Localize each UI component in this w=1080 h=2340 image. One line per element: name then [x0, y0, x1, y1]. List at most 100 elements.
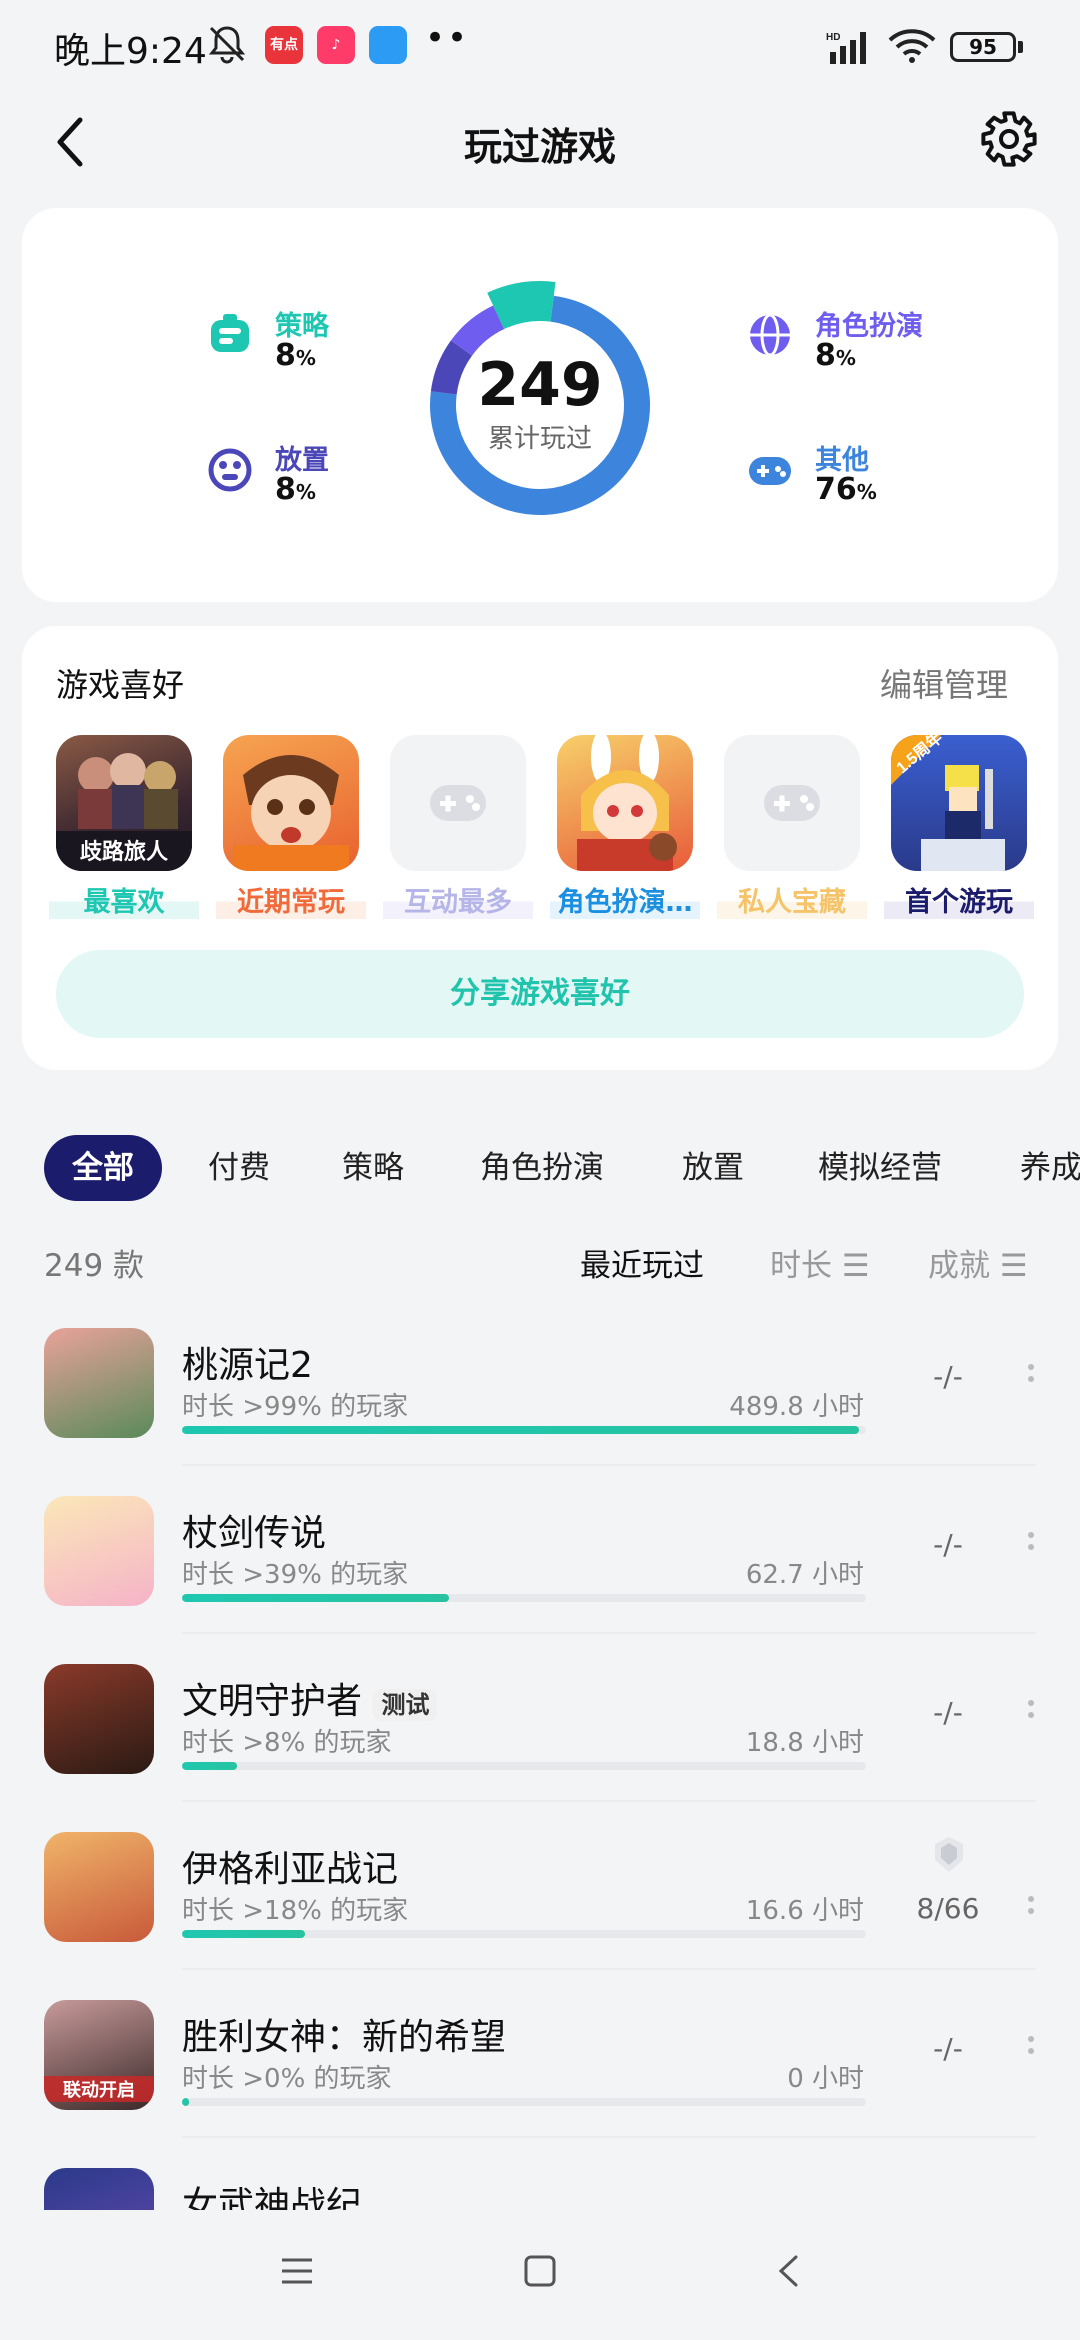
game-playtime-rank: 时长 >99% 的玩家 [182, 1392, 409, 1422]
tab-1[interactable]: 付费 [208, 1135, 270, 1201]
game-icon-valkyrie[interactable] [44, 2168, 154, 2210]
tab-3[interactable]: 角色扮演 [480, 1135, 604, 1201]
settings-gear-icon[interactable] [978, 108, 1040, 170]
more-options-icon[interactable] [1028, 1364, 1036, 1390]
tab-4[interactable]: 放置 [682, 1135, 744, 1201]
game-playtime-rank: 时长 >18% 的玩家 [182, 1896, 409, 1926]
game-name: 伊格利亚战记 [182, 1849, 399, 1890]
achievement-count: -/- [933, 1528, 963, 1561]
strategy-icon [211, 314, 249, 352]
game-row[interactable]: 女武神战纪 [0, 2150, 1080, 2210]
row-divider [182, 1800, 1036, 1802]
pref-item-label: 歧路旅人 [80, 839, 168, 865]
achievement-count: 8/66 [916, 1892, 980, 1925]
nav-back-icon[interactable] [772, 2254, 806, 2288]
game-row[interactable]: 杖剑传说 时长 >39% 的玩家 62.7 小时 -/- [0, 1478, 1080, 1646]
menu-icon[interactable] [280, 2254, 314, 2288]
page-title: 玩过游戏 [463, 125, 616, 169]
game-row[interactable]: 伊格利亚战记时长 >18% 的玩家 16.6 小时 8/66 [0, 1814, 1080, 1982]
svg-text:HD: HD [826, 32, 840, 43]
preferences-title: 游戏喜好 [56, 666, 185, 704]
game-icon-zhangjian[interactable] [44, 1496, 154, 1606]
more-options-icon[interactable] [1028, 1700, 1036, 1726]
game-list: 桃源记2 时长 >99% 的玩家 489.8 小时 -/- 杖剑传说 时长 >39% 的玩… [0, 1310, 1080, 2210]
game-icon-anime-character [233, 755, 349, 871]
idle-icon [208, 448, 252, 492]
pref-item-3[interactable] [557, 735, 693, 871]
game-name: 桃源记2 [182, 1345, 313, 1386]
playtime-progress-fill [182, 1762, 237, 1770]
game-row[interactable]: 桃源记2 时长 >99% 的玩家 489.8 小时 -/- [0, 1310, 1080, 1478]
achievement-count: -/- [933, 1696, 963, 1729]
tab-0[interactable]: 全部 [44, 1135, 162, 1201]
pref-item-4[interactable] [724, 735, 860, 871]
game-icon-nikke[interactable]: 联动开启 [44, 2000, 154, 2110]
stat-pct-other: 76% [815, 472, 877, 507]
row-divider [182, 1464, 1036, 1466]
game-icon-pixel-knight: 1.5周年 [891, 735, 1005, 871]
sort-icon: ☰ [990, 1248, 1028, 1284]
stat-pct-idle: 8% [275, 472, 316, 507]
tab-5[interactable]: 模拟经营 [818, 1135, 942, 1201]
game-row[interactable]: 文明守护者 测试 时长 >8% 的玩家 18.8 小时 -/- [0, 1646, 1080, 1814]
pref-item-0[interactable]: 歧路旅人 [56, 735, 192, 871]
achievement-count: -/- [933, 2032, 963, 2065]
pref-tag-2: 互动最多 [383, 880, 533, 919]
playtime-progress-track [182, 1594, 866, 1602]
game-name: 胜利女神：新的希望 [182, 2017, 507, 2058]
status-bar: 晚上9:24 有点 ♪ •• HD 95 [0, 0, 1080, 90]
game-hours: 0 小时 [787, 2064, 864, 2094]
game-playtime-rank: 时长 >0% 的玩家 [182, 2064, 392, 2094]
game-icon-yigeliya[interactable] [44, 1832, 154, 1942]
game-playtime-rank: 时长 >39% 的玩家 [182, 1560, 409, 1590]
game-hours: 62.7 小时 [745, 1560, 864, 1590]
more-notifications-icon: •• [425, 18, 470, 58]
game-hours: 16.6 小时 [745, 1896, 864, 1926]
sort-by-achievement[interactable]: 成就 ☰ [928, 1240, 1028, 1285]
pref-tag-3: 角色扮演… [550, 880, 700, 919]
tiktok-app-icon: ♪ [317, 26, 355, 64]
sort-icon: ☰ [832, 1248, 870, 1284]
pref-item-1[interactable] [223, 735, 359, 871]
stat-pct-rpg: 8% [815, 338, 856, 373]
test-badge: 测试 [373, 1689, 438, 1721]
game-row[interactable]: 联动开启 胜利女神：新的希望时长 >0% 的玩家 0 小时 -/- [0, 1982, 1080, 2150]
system-nav-bar [0, 2210, 1080, 2340]
more-options-icon[interactable] [1028, 1532, 1036, 1558]
game-icon-taoyuanji[interactable] [44, 1328, 154, 1438]
share-preferences-button[interactable]: 分享游戏喜好 [56, 950, 1024, 1038]
sort-by-time[interactable]: 时长 ☰ [770, 1240, 870, 1285]
status-time: 晚上9:24 [54, 31, 207, 72]
achievement-count: -/- [933, 1360, 963, 1393]
pref-tag-0: 最喜欢 [49, 880, 199, 919]
pref-item-2[interactable] [390, 735, 526, 871]
more-options-icon[interactable] [1028, 2036, 1036, 2062]
game-playtime-rank: 时长 >8% 的玩家 [182, 1728, 392, 1758]
playtime-progress-fill [182, 1930, 306, 1938]
pref-tag-4: 私人宝藏 [717, 880, 867, 919]
stat-pct-strategy: 8% [275, 338, 316, 373]
playtime-progress-track [182, 1426, 866, 1434]
trophy-badge-icon [935, 1837, 963, 1872]
pref-tag-5: 首个游玩 [884, 880, 1034, 919]
pref-item-5[interactable]: 1.5周年 [891, 735, 1027, 871]
tab-2[interactable]: 策略 [342, 1135, 404, 1201]
sort-recent[interactable]: 最近玩过 [580, 1240, 704, 1285]
game-icon-bunny-girl [577, 735, 677, 871]
tab-6[interactable]: 养成 [1020, 1135, 1080, 1201]
home-square-icon[interactable] [523, 2254, 557, 2288]
playtime-progress-fill [182, 1594, 449, 1602]
more-options-icon[interactable] [1028, 1896, 1036, 1922]
game-icon-wenming[interactable] [44, 1664, 154, 1774]
game-name: 文明守护者 测试 [182, 1672, 438, 1724]
edit-manage-link[interactable]: 编辑管理 [880, 660, 1008, 706]
notes-app-icon [369, 26, 407, 64]
game-icon-qilu-lvren: 歧路旅人 [56, 753, 192, 871]
playtime-progress-fill [182, 2098, 189, 2106]
rpg-globe-icon [750, 313, 790, 357]
news-app-icon: 有点 [265, 26, 303, 64]
playtime-progress-track [182, 1930, 866, 1938]
gamepad-icon [764, 785, 820, 821]
row-divider [182, 1968, 1036, 1970]
pref-tag-1: 近期常玩 [216, 880, 366, 919]
